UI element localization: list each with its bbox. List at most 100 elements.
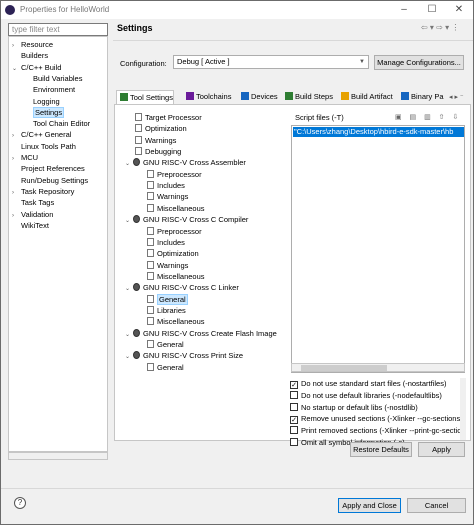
nav-item[interactable]: Settings <box>24 106 65 118</box>
option-checkbox[interactable]: Print removed sections (-Xlinker --print… <box>290 425 462 436</box>
tool-gear-icon <box>133 328 140 337</box>
restore-defaults-button[interactable]: Restore Defaults <box>350 442 412 457</box>
manage-configurations-button[interactable]: Manage Configurations... <box>374 55 464 70</box>
expand-arrow-icon[interactable]: ⌄ <box>125 284 133 295</box>
nav-item[interactable]: Task Tags <box>12 197 54 208</box>
settings-page-icon <box>147 237 154 246</box>
tool-tree-item[interactable]: Preprocessor <box>147 226 202 237</box>
tool-tree-item[interactable]: ⌄ GNU RISC-V Cross Create Flash Image <box>125 328 277 339</box>
tool-tree-item[interactable]: Includes <box>147 237 185 248</box>
checkbox-unchecked-icon[interactable] <box>290 426 298 435</box>
configuration-label: Configuration: <box>120 59 167 68</box>
nav-item[interactable]: › C/C++ General <box>12 129 71 140</box>
nav-item[interactable]: Run/Debug Settings <box>12 175 88 186</box>
tool-tree-item[interactable]: Includes <box>147 180 185 191</box>
list-edit-icons[interactable]: ▣ ▤ ▥ ⇧ ⇩ <box>395 113 461 121</box>
nav-item[interactable]: › Task Repository <box>12 186 74 197</box>
expand-arrow-icon[interactable]: ⌄ <box>12 64 21 75</box>
expand-arrow-icon[interactable]: ⌄ <box>125 159 133 170</box>
option-checkbox[interactable]: No startup or default libs (-nostdlib) <box>290 402 462 413</box>
script-files-list[interactable]: "C:\Users\zhang\Desktop\hbird-e-sdk-mast… <box>291 125 465 373</box>
nav-item-label: C/C++ General <box>21 130 72 140</box>
tool-tree-label: Libraries <box>157 305 186 315</box>
maximize-button[interactable]: ☐ <box>423 3 441 16</box>
tool-tree-item[interactable]: General <box>147 293 188 305</box>
option-checkbox[interactable]: ✓ Remove unused sections (-Xlinker --gc-s… <box>290 413 462 425</box>
tool-tree-item[interactable]: Debugging <box>135 146 181 157</box>
tool-tree-item[interactable]: Target Processor <box>135 112 202 123</box>
scrollbar-thumb[interactable] <box>301 365 387 371</box>
nav-item-label: Run/Debug Settings <box>21 175 89 185</box>
minimize-button[interactable]: – <box>395 3 413 16</box>
tool-tree-item[interactable]: ⌄ GNU RISC-V Cross Print Size <box>125 350 243 361</box>
tab-icon <box>341 92 349 100</box>
script-file-entry[interactable]: "C:\Users\zhang\Desktop\hbird-e-sdk-mast… <box>293 127 464 137</box>
option-checkbox[interactable]: ✓ Do not use standard start files (-nosta… <box>290 378 462 389</box>
tool-tree-item[interactable]: Optimization <box>147 248 199 259</box>
filter-input[interactable]: type filter text <box>8 23 108 36</box>
tab-scroll-icons[interactable]: ◂ ▸ ⁻ <box>449 93 464 101</box>
nav-item[interactable]: Build Variables <box>24 73 82 84</box>
tool-tree-label: GNU RISC-V Cross C Linker <box>143 283 239 293</box>
checkbox-checked-icon[interactable]: ✓ <box>290 381 298 389</box>
nav-item[interactable]: Project References <box>12 163 85 174</box>
option-checkbox[interactable]: Do not use default libraries (-nodefault… <box>290 390 462 401</box>
checkbox-checked-icon[interactable]: ✓ <box>290 416 298 425</box>
nav-item[interactable]: Logging <box>24 96 60 107</box>
options-vertical-scrollbar[interactable] <box>460 378 466 440</box>
script-list-scrollbar[interactable] <box>291 363 465 372</box>
tool-gear-icon <box>133 158 140 167</box>
tool-gear-icon <box>133 283 140 292</box>
cancel-button[interactable]: Cancel <box>407 498 466 513</box>
apply-button[interactable]: Apply <box>418 442 465 457</box>
nav-item[interactable]: Builders <box>12 50 48 61</box>
close-button[interactable]: ✕ <box>450 3 468 16</box>
expand-arrow-icon[interactable]: ⌄ <box>125 352 133 363</box>
tool-tree-item[interactable]: Warnings <box>135 135 176 146</box>
tab-devices[interactable]: Devices <box>238 90 278 104</box>
checkbox-unchecked-icon[interactable] <box>290 390 298 399</box>
tool-tree-item[interactable]: Warnings <box>147 191 188 202</box>
tool-tree-item[interactable]: Miscellaneous <box>147 271 205 282</box>
tool-tree-item[interactable]: ⌄ GNU RISC-V Cross C Linker <box>125 282 239 293</box>
tool-tree-item[interactable]: Libraries <box>147 305 186 316</box>
tool-tree-item[interactable]: Miscellaneous <box>147 203 205 214</box>
checkbox-unchecked-icon[interactable] <box>290 438 298 446</box>
apply-and-close-button[interactable]: Apply and Close <box>338 498 401 513</box>
nav-item[interactable]: Linux Tools Path <box>12 141 76 152</box>
settings-page-icon <box>147 271 154 280</box>
nav-item[interactable]: › Validation <box>12 209 53 220</box>
expand-arrow-icon[interactable]: ⌄ <box>125 216 133 227</box>
tool-tree-label: General <box>157 293 188 305</box>
nav-item[interactable]: › Resource <box>12 39 53 50</box>
nav-item[interactable]: Environment <box>24 84 75 95</box>
tool-tree-item[interactable]: General <box>147 362 184 373</box>
divider <box>113 40 473 41</box>
nav-item[interactable]: WikiText <box>12 220 49 231</box>
help-icon[interactable]: ? <box>14 497 26 509</box>
settings-page-icon <box>147 294 154 303</box>
history-nav-icons[interactable]: ⇦ ▾ ⇨ ▾ ⋮ <box>421 23 459 32</box>
tab-build-artifact[interactable]: Build Artifact <box>338 90 393 104</box>
tab-tool-settings[interactable]: Tool Settings <box>116 90 174 105</box>
checkbox-unchecked-icon[interactable] <box>290 402 298 411</box>
tool-tree-label: Warnings <box>157 192 189 202</box>
tool-tree-item[interactable]: ⌄ GNU RISC-V Cross C Compiler <box>125 214 248 225</box>
tool-tree-item[interactable]: General <box>147 339 184 350</box>
tab-icon <box>241 92 249 100</box>
nav-item[interactable]: › MCU <box>12 152 38 163</box>
tool-tree-item[interactable]: Preprocessor <box>147 169 202 180</box>
tab-toolchains[interactable]: Toolchains <box>183 90 231 104</box>
tool-tree-item[interactable]: ⌄ GNU RISC-V Cross Assembler <box>125 157 246 168</box>
tool-tree-item[interactable]: Miscellaneous <box>147 316 205 327</box>
tool-tree-item[interactable]: Optimization <box>135 123 187 134</box>
tool-tree-item[interactable]: Warnings <box>147 260 188 271</box>
tree-horizontal-scrollbar[interactable] <box>8 452 108 460</box>
tab-build-steps[interactable]: Build Steps <box>282 90 333 104</box>
tab-binary-pa[interactable]: Binary Pa <box>398 90 444 104</box>
nav-item[interactable]: Tool Chain Editor <box>24 118 90 129</box>
expand-arrow-icon[interactable]: ⌄ <box>125 330 133 341</box>
tool-settings-tree: Target Processor Optimization Warnings Debu… <box>125 110 287 440</box>
configuration-select[interactable]: Debug [ Active ] ▼ <box>173 55 369 69</box>
nav-item[interactable]: ⌄ C/C++ Build <box>12 62 61 73</box>
